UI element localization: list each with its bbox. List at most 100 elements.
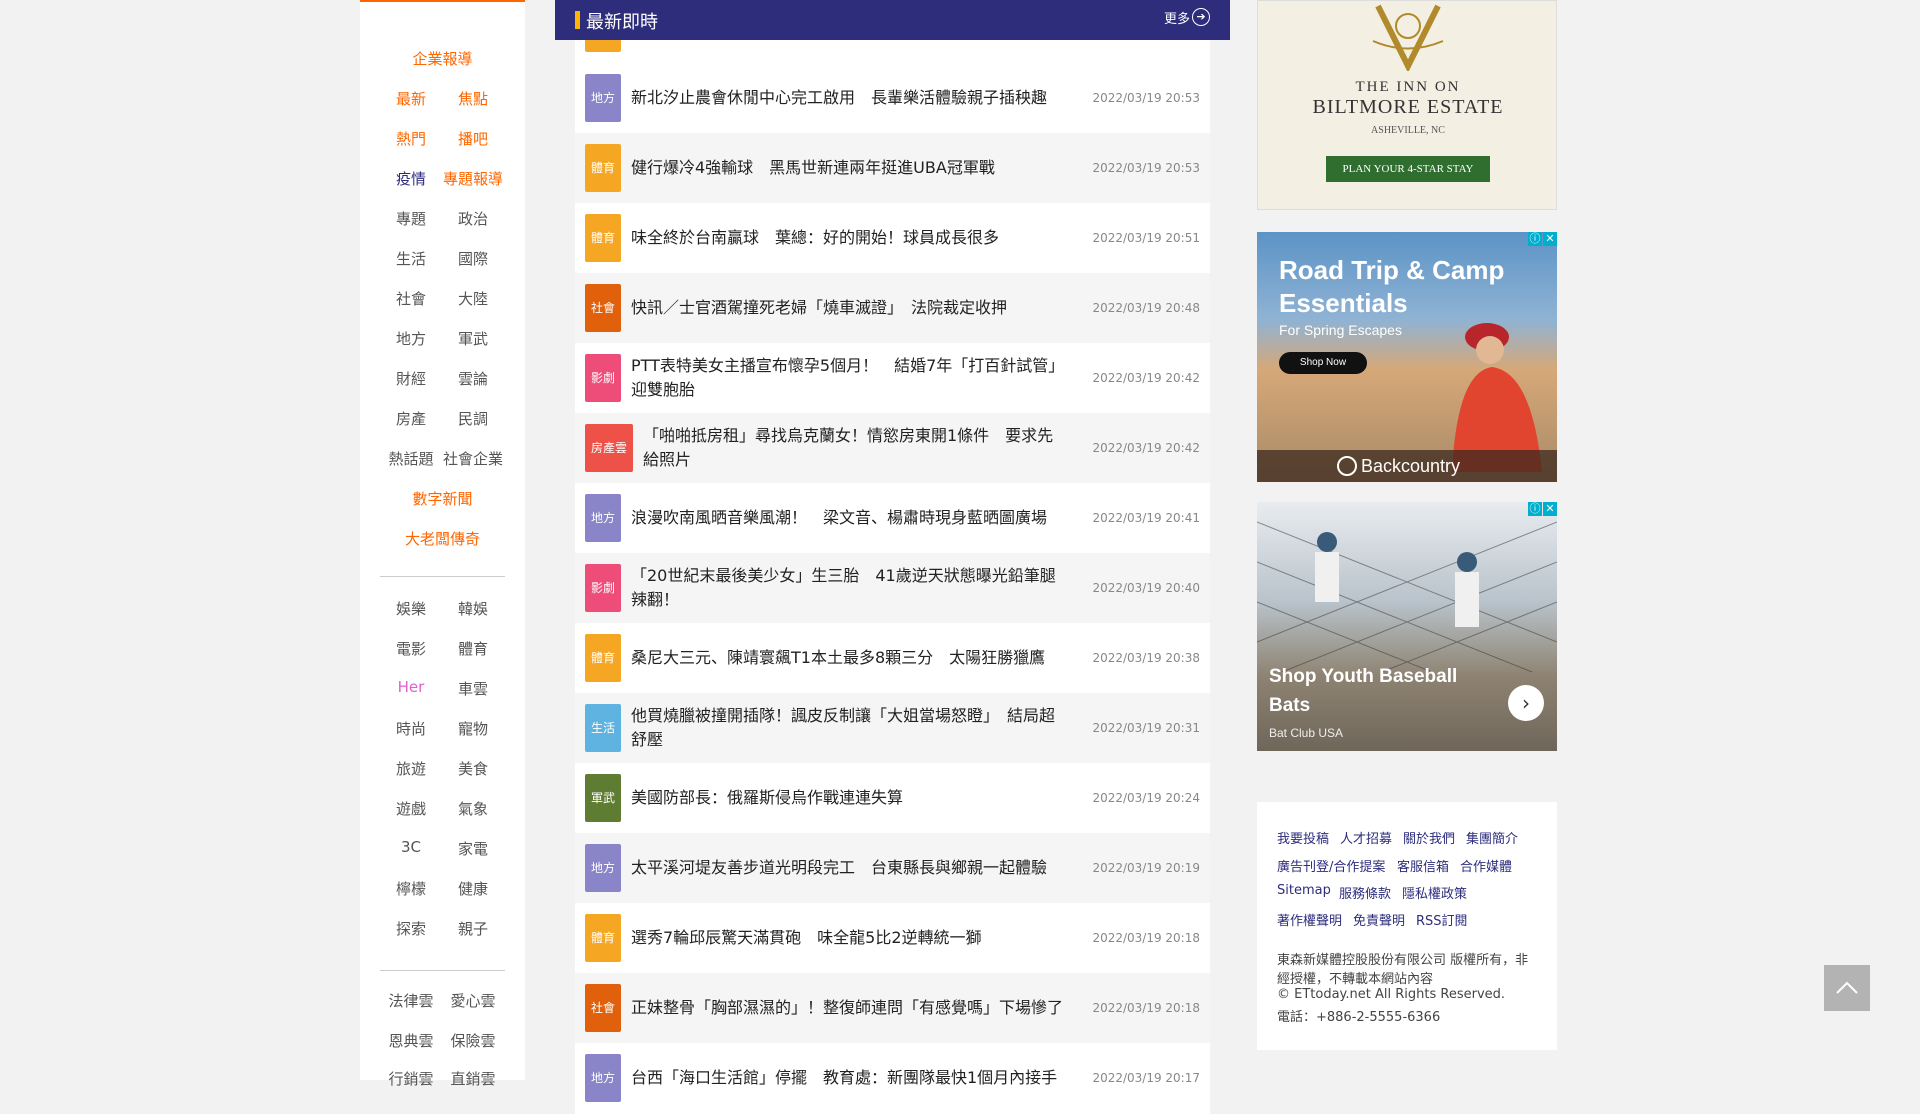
category-badge[interactable]: 體育 (585, 214, 621, 262)
news-row[interactable]: 影劇 「20世紀末最後美少女」生三胎 41歲逆天狀態曝光鉛筆腿辣翻！ 2022/03… (575, 553, 1210, 624)
ad-info-icon[interactable]: ⓘ (1528, 232, 1542, 246)
news-row[interactable]: 生活 他買燒臘被撞開插隊！諷皮反制讓「大姐當場怒瞪」 結局超舒壓 2022/03/1… (575, 693, 1210, 764)
news-row[interactable]: 體育 味全終於台南贏球 葉總：好的開始！球員成長很多 2022/03/19 20:5… (575, 203, 1210, 274)
sidebar-item[interactable]: 房產 (380, 408, 442, 429)
category-badge[interactable]: 影劇 (585, 354, 621, 402)
news-row[interactable]: 社會 正妹整骨「胸部濕濕的」！整復師連問「有感覺嗎」下場慘了 2022/03/19 … (575, 973, 1210, 1044)
news-row[interactable]: 地方 浪漫吹南風晒音樂風潮！ 梁文音、楊肅時現身藍晒圖廣場 2022/03/19 2… (575, 483, 1210, 554)
news-row[interactable]: 體育 桑尼大三元、陳靖寰飆T1本土最多8顆三分 太陽狂勝獵鷹 2022/03/19 … (575, 623, 1210, 694)
sidebar-item[interactable]: 行銷雲 (380, 1068, 442, 1089)
sidebar-item[interactable]: 數字新聞 (360, 488, 525, 509)
sidebar-item[interactable]: 民調 (442, 408, 504, 429)
category-badge[interactable]: 軍武 (585, 774, 621, 822)
sidebar-item[interactable]: 政治 (442, 208, 504, 229)
category-badge[interactable]: 體育 (585, 144, 621, 192)
footer-link[interactable]: 合作媒體 (1460, 856, 1512, 875)
news-headline[interactable]: PTT表特美女主播宣布懷孕5個月！ 結婚7年「打百針試管」迎雙胞胎 (631, 343, 1063, 413)
sidebar-item[interactable]: 專題 (380, 208, 442, 229)
news-headline[interactable]: 「20世紀末最後美少女」生三胎 41歲逆天狀態曝光鉛筆腿辣翻！ (631, 553, 1063, 623)
category-badge[interactable]: 體育 (585, 634, 621, 682)
sidebar-item[interactable]: 軍武 (442, 328, 504, 349)
news-row[interactable]: 影劇 PTT表特美女主播宣布懷孕5個月！ 結婚7年「打百針試管」迎雙胞胎 2022/… (575, 343, 1210, 414)
category-badge[interactable]: 地方 (585, 1054, 621, 1102)
sidebar-item[interactable]: 企業報導 (360, 48, 525, 69)
sidebar-item[interactable]: 地方 (380, 328, 442, 349)
news-headline[interactable]: 桑尼大三元、陳靖寰飆T1本土最多8顆三分 太陽狂勝獵鷹 (631, 623, 1063, 693)
news-headline[interactable]: 新北汐止農會休閒中心完工啟用 長輩樂活體驗親子插秧趣 (631, 63, 1063, 133)
sidebar-item[interactable]: 財經 (380, 368, 442, 389)
footer-link[interactable]: 服務條款 (1339, 883, 1391, 902)
news-headline[interactable]: 浪漫吹南風晒音樂風潮！ 梁文音、楊肅時現身藍晒圖廣場 (631, 483, 1063, 553)
sidebar-item[interactable]: 國際 (442, 248, 504, 269)
sidebar-item[interactable]: 電影 (380, 638, 442, 659)
sidebar-item[interactable]: 社會企業 (442, 448, 504, 469)
sidebar-item[interactable]: 車雲 (442, 678, 504, 699)
sidebar-item[interactable]: 美食 (442, 758, 504, 779)
footer-link[interactable]: 人才招募 (1340, 828, 1392, 847)
news-row[interactable]: 社會 快訊／士官酒駕撞死老婦「燒車滅證」 法院裁定收押 2022/03/19 20:… (575, 273, 1210, 344)
sidebar-item[interactable]: 遊戲 (380, 798, 442, 819)
category-badge[interactable]: 地方 (585, 844, 621, 892)
ad-shop-now-button[interactable]: Shop Now (1279, 352, 1367, 374)
sidebar-item[interactable]: 熱門 (380, 128, 442, 149)
sidebar-item[interactable]: 播吧 (442, 128, 504, 149)
footer-link[interactable]: 著作權聲明 (1277, 910, 1342, 929)
footer-link[interactable]: 客服信箱 (1397, 856, 1449, 875)
news-headline[interactable]: 快訊／士官酒駕撞死老婦「燒車滅證」 法院裁定收押 (631, 273, 1063, 343)
arrow-right-icon[interactable]: ➔ (1192, 8, 1210, 26)
chevron-right-icon[interactable]: › (1508, 685, 1544, 721)
sidebar-item[interactable]: 寵物 (442, 718, 504, 739)
sidebar-item[interactable]: 愛心雲 (442, 990, 504, 1011)
news-row[interactable]: 軍武 美國防部長：俄羅斯侵烏作戰連連失算 2022/03/19 20:24 (575, 763, 1210, 834)
category-badge[interactable]: 房產雲 (585, 424, 633, 472)
ad-inn-cta-button[interactable]: PLAN YOUR 4-STAR STAY (1326, 156, 1490, 182)
sidebar-item[interactable]: 雲論 (442, 368, 504, 389)
sidebar-item[interactable]: 專題報導 (442, 168, 504, 189)
sidebar-item[interactable]: 生活 (380, 248, 442, 269)
sidebar-item[interactable]: 氣象 (442, 798, 504, 819)
category-badge[interactable]: 社會 (585, 284, 621, 332)
sidebar-item[interactable]: Her (380, 678, 442, 696)
category-badge[interactable]: 生活 (585, 704, 621, 752)
news-headline[interactable]: 選秀7輪邱辰驚天滿貫砲 味全龍5比2逆轉統一獅 (631, 903, 1063, 973)
news-headline[interactable]: 「啪啪抵房租」尋找烏克蘭女！情慾房東開1條件 要求先給照片 (643, 413, 1063, 483)
news-row[interactable]: 地方 新北汐止農會休閒中心完工啟用 長輩樂活體驗親子插秧趣 2022/03/19 2… (575, 63, 1210, 134)
sidebar-item[interactable]: 體育 (442, 638, 504, 659)
sidebar-item[interactable]: 親子 (442, 918, 504, 939)
sidebar-item[interactable]: 大陸 (442, 288, 504, 309)
category-badge[interactable]: 地方 (585, 494, 621, 542)
footer-link[interactable]: 關於我們 (1403, 828, 1455, 847)
sidebar-item[interactable]: 保險雲 (442, 1030, 504, 1051)
news-row[interactable]: 體育 選秀7輪邱辰驚天滿貫砲 味全龍5比2逆轉統一獅 2022/03/19 20:1… (575, 903, 1210, 974)
sidebar-item[interactable]: 疫情 (380, 168, 442, 189)
sidebar-item[interactable]: 旅遊 (380, 758, 442, 779)
ad-close-icon[interactable]: ✕ (1543, 232, 1557, 246)
news-headline[interactable]: 他買燒臘被撞開插隊！諷皮反制讓「大姐當場怒瞪」 結局超舒壓 (631, 693, 1063, 763)
sidebar-item[interactable]: 3C (380, 838, 442, 856)
footer-link[interactable]: 集團簡介 (1466, 828, 1518, 847)
sidebar-item[interactable]: 時尚 (380, 718, 442, 739)
news-headline[interactable]: 美國防部長：俄羅斯侵烏作戰連連失算 (631, 763, 1063, 833)
news-headline[interactable]: 太平溪河堤友善步道光明段完工 台東縣長與鄉親一起體驗 (631, 833, 1063, 903)
footer-link[interactable]: 免責聲明 (1353, 910, 1405, 929)
more-link[interactable]: 更多 (1164, 8, 1190, 27)
footer-link[interactable]: RSS訂閱 (1416, 910, 1468, 929)
news-headline[interactable]: 台西「海口生活館」停擺 教育處：新團隊最快1個月內接手 (631, 1043, 1063, 1113)
news-headline[interactable]: 味全終於台南贏球 葉總：好的開始！球員成長很多 (631, 203, 1063, 273)
ad-backcountry[interactable]: Road Trip & Camp Essentials For Spring E… (1257, 232, 1557, 482)
sidebar-item[interactable]: 法律雲 (380, 990, 442, 1011)
sidebar-item[interactable]: 直銷雲 (442, 1068, 504, 1089)
footer-link[interactable]: 隱私權政策 (1402, 883, 1467, 902)
sidebar-item[interactable]: 探索 (380, 918, 442, 939)
category-badge[interactable]: 社會 (585, 984, 621, 1032)
footer-link[interactable]: 廣告刊登/合作提案 (1277, 856, 1385, 875)
sidebar-item[interactable]: 恩典雲 (380, 1030, 442, 1051)
footer-link[interactable]: Sitemap (1277, 883, 1331, 898)
news-row[interactable]: 地方 太平溪河堤友善步道光明段完工 台東縣長與鄉親一起體驗 2022/03/19 2… (575, 833, 1210, 904)
sidebar-item[interactable]: 社會 (380, 288, 442, 309)
sidebar-item[interactable]: 最新 (380, 88, 442, 109)
sidebar-item[interactable]: 健康 (442, 878, 504, 899)
sidebar-item[interactable]: 焦點 (442, 88, 504, 109)
category-badge[interactable]: 體育 (585, 914, 621, 962)
news-headline[interactable]: 正妹整骨「胸部濕濕的」！整復師連問「有感覺嗎」下場慘了 (631, 973, 1063, 1043)
